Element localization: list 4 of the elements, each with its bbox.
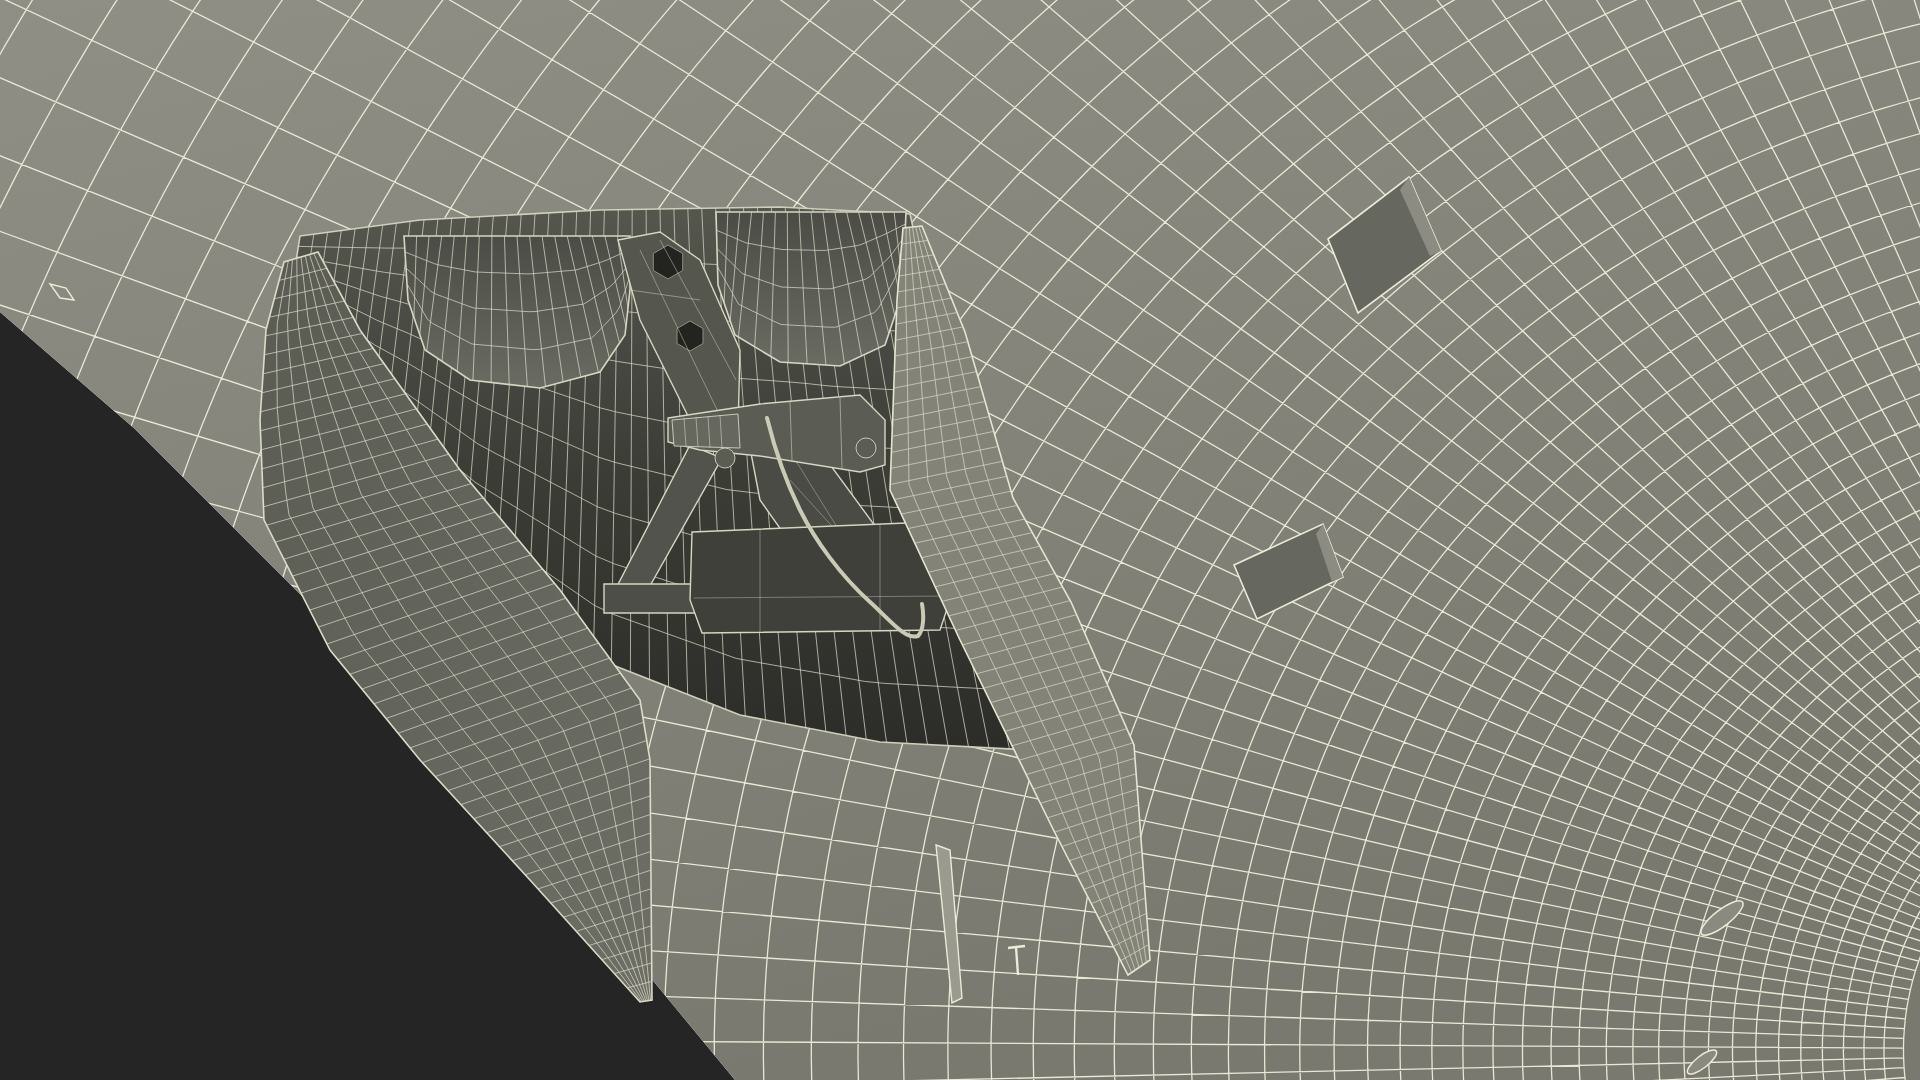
antenna-stub <box>1006 944 1027 977</box>
vent-mark <box>48 282 76 301</box>
vent-mark <box>1686 1049 1718 1075</box>
vent-mark <box>1700 900 1744 936</box>
